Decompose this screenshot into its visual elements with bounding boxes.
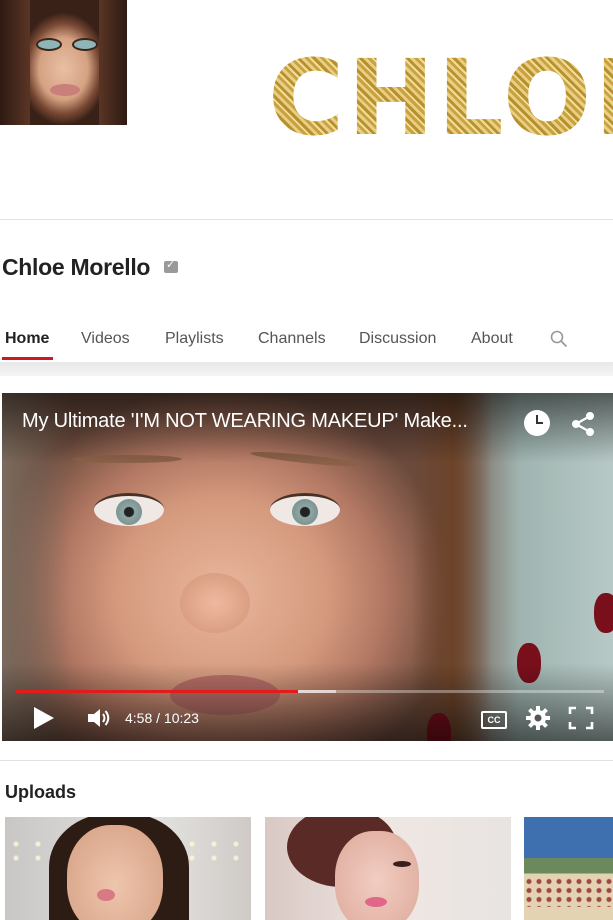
watch-later-icon[interactable] (524, 410, 550, 436)
divider (0, 760, 613, 761)
progress-played (16, 690, 299, 693)
play-icon[interactable] (34, 707, 54, 729)
tab-playlists[interactable]: Playlists (165, 330, 224, 348)
tab-discussion[interactable]: Discussion (359, 330, 436, 348)
fullscreen-icon[interactable] (568, 706, 594, 730)
tabs-shadow (0, 362, 613, 376)
channel-banner: CHLOE M (0, 0, 613, 220)
divider (0, 219, 613, 220)
search-icon[interactable] (550, 330, 568, 348)
tab-home[interactable]: Home (5, 330, 49, 348)
share-icon[interactable] (568, 409, 598, 439)
tab-channels[interactable]: Channels (258, 330, 326, 348)
tab-videos[interactable]: Videos (81, 330, 130, 348)
video-thumbnail[interactable] (265, 817, 511, 920)
uploads-heading[interactable]: Uploads (5, 782, 76, 803)
settings-gear-icon[interactable] (525, 705, 551, 731)
active-tab-indicator (2, 357, 53, 360)
banner-title: CHLOE M (268, 46, 613, 150)
time-display: 4:58 / 10:23 (125, 710, 199, 726)
video-thumbnail[interactable] (5, 817, 251, 920)
tab-about[interactable]: About (471, 330, 513, 348)
progress-bar[interactable] (16, 690, 604, 693)
verified-icon (164, 258, 178, 273)
video-thumbnail[interactable] (524, 817, 613, 920)
captions-icon[interactable]: CC (481, 711, 507, 729)
channel-avatar[interactable] (0, 0, 127, 125)
featured-video-player[interactable]: My Ultimate 'I'M NOT WEARING MAKEUP' Mak… (2, 393, 613, 741)
video-title[interactable]: My Ultimate 'I'M NOT WEARING MAKEUP' Mak… (22, 410, 468, 433)
volume-icon[interactable] (86, 706, 112, 730)
channel-tabs: Home Videos Playlists Channels Discussio… (0, 320, 613, 362)
channel-name[interactable]: Chloe Morello (2, 254, 150, 281)
